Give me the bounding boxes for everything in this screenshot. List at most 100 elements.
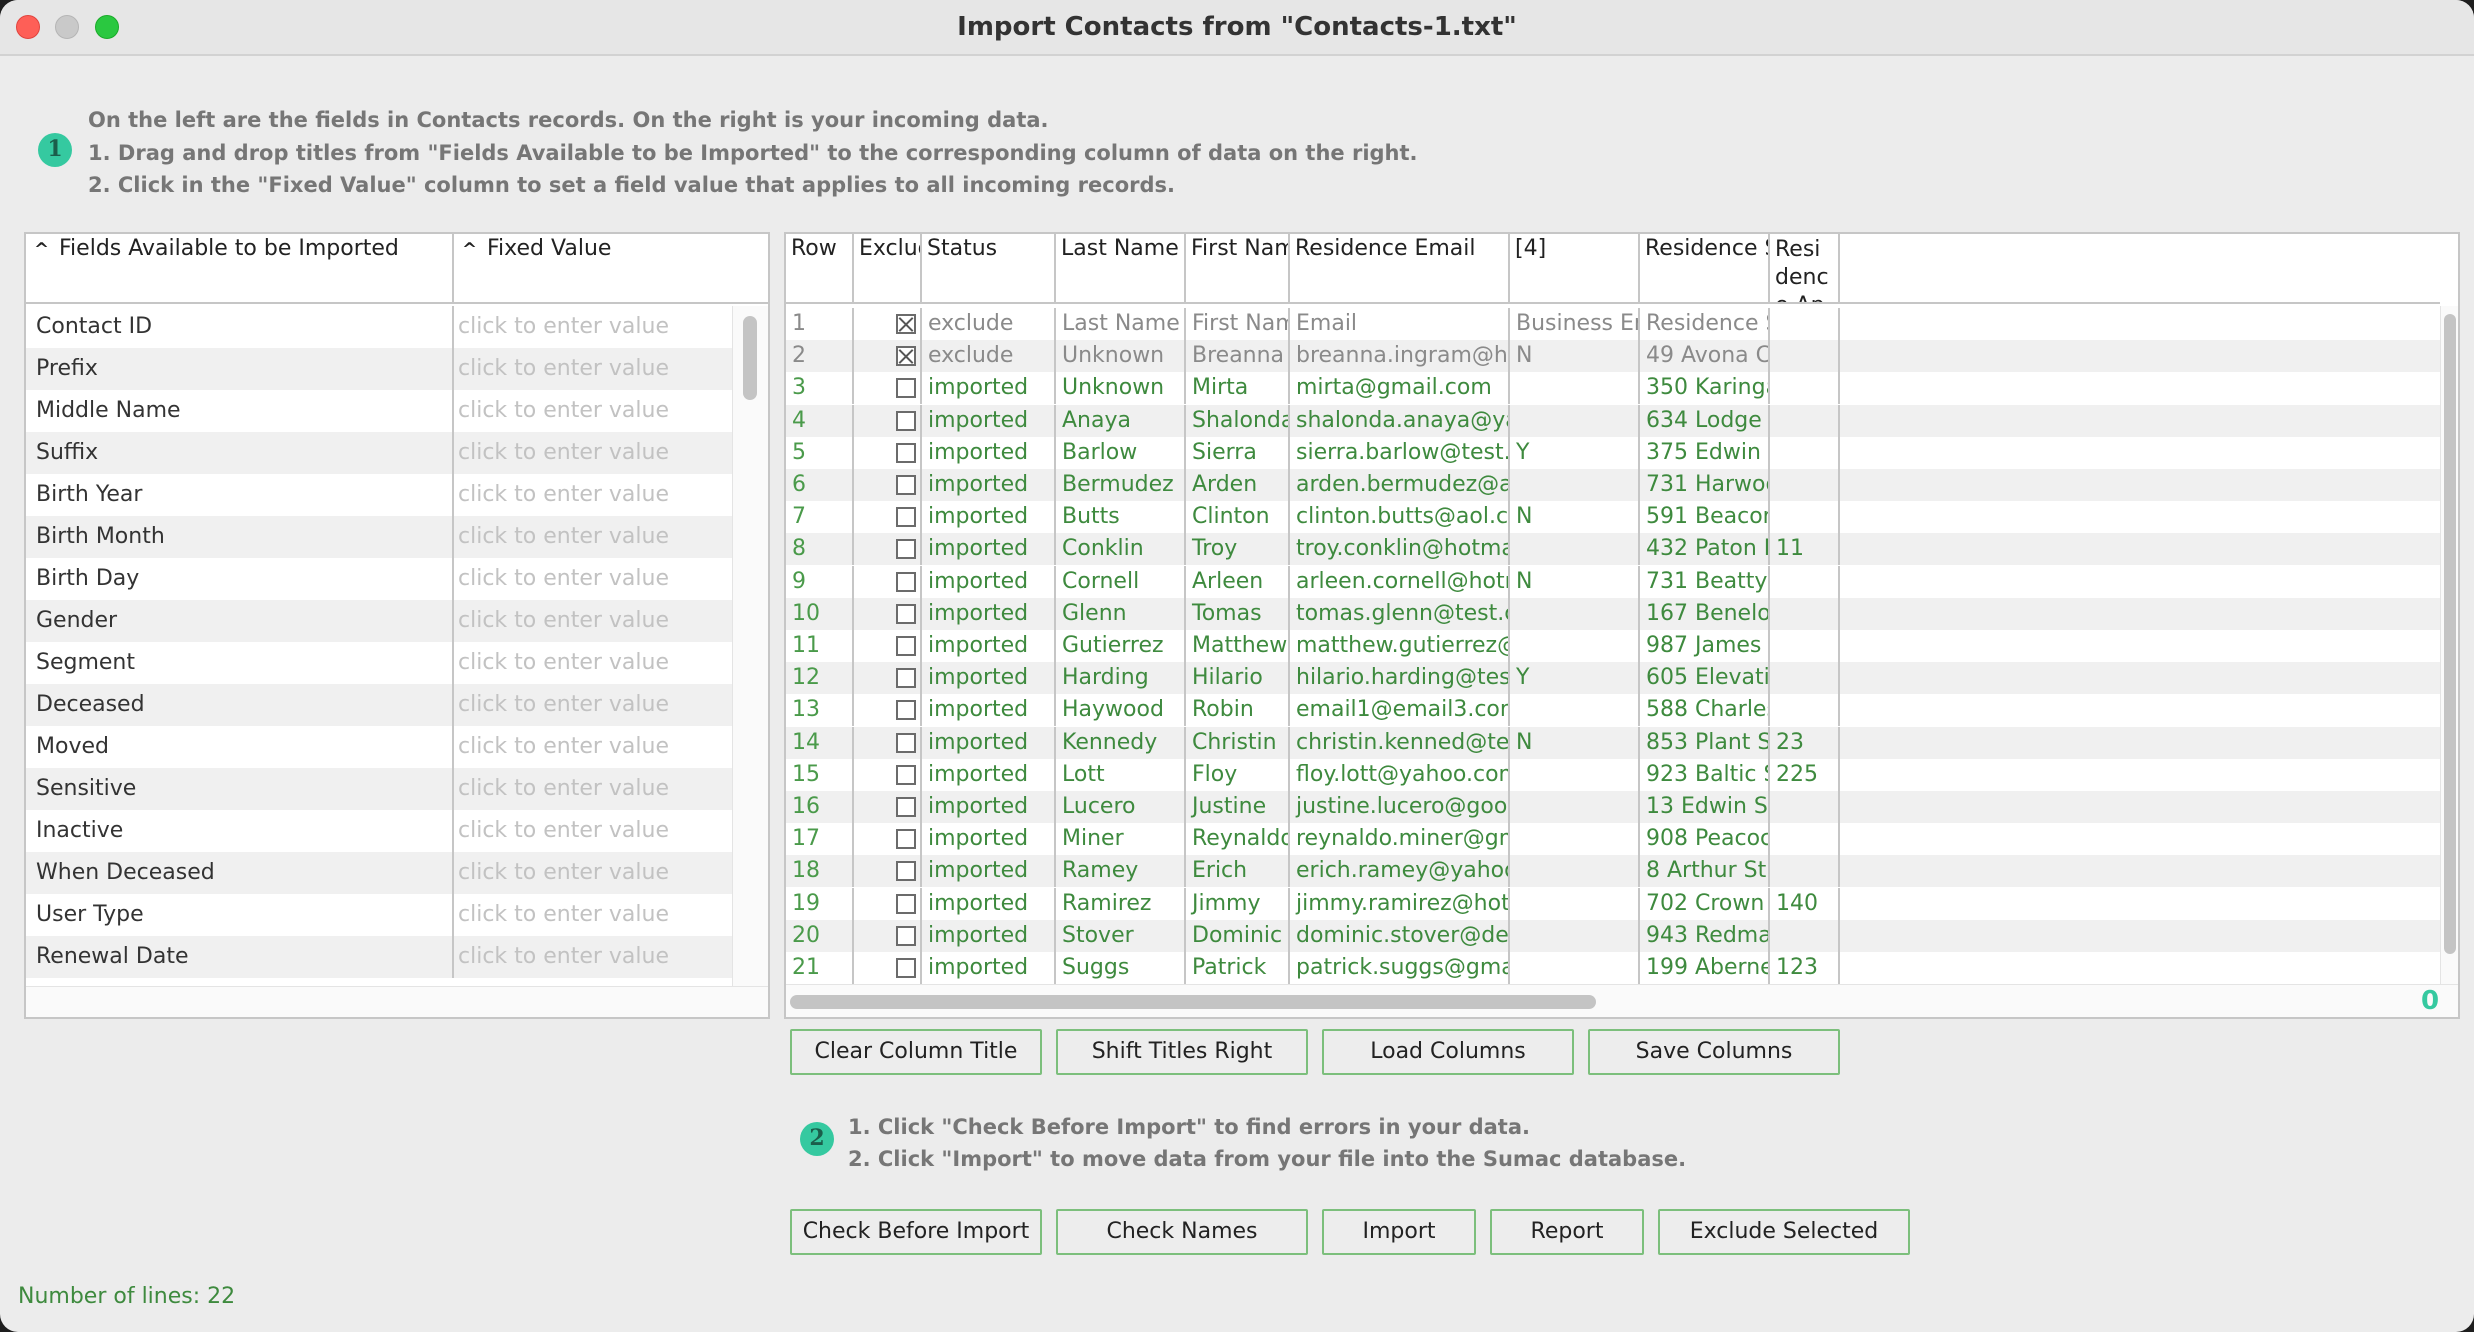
data-row[interactable]: 14 imported Kennedy Christin christin.kenned… bbox=[786, 727, 2440, 759]
cell-exclude[interactable] bbox=[854, 405, 922, 437]
field-row[interactable]: User Type click to enter value bbox=[26, 894, 732, 936]
field-row[interactable]: Deceased click to enter value bbox=[26, 684, 732, 726]
field-row[interactable]: Inactive click to enter value bbox=[26, 810, 732, 852]
field-row[interactable]: Sensitive click to enter value bbox=[26, 768, 732, 810]
exclude-checkbox[interactable] bbox=[896, 572, 916, 592]
data-row[interactable]: 11 imported Gutierrez Matthew matthew.gutier… bbox=[786, 630, 2440, 662]
fixed-value-cell[interactable]: click to enter value bbox=[452, 558, 732, 600]
fixed-value-column-header[interactable]: ^ Fixed Value bbox=[452, 234, 732, 302]
column-header-residence-email[interactable]: Residence Email bbox=[1290, 234, 1510, 302]
field-name[interactable]: Middle Name bbox=[26, 390, 452, 432]
data-row[interactable]: 16 imported Lucero Justine justine.lucero@go… bbox=[786, 791, 2440, 823]
fixed-value-cell[interactable]: click to enter value bbox=[452, 516, 732, 558]
field-name[interactable]: Birth Year bbox=[26, 474, 452, 516]
field-name[interactable]: When Deceased bbox=[26, 852, 452, 894]
save-columns-button[interactable]: Save Columns bbox=[1588, 1029, 1840, 1075]
field-name[interactable]: Contact ID bbox=[26, 306, 452, 348]
data-row[interactable]: 17 importedMinerReynaldoreynaldo.miner@gm… bbox=[786, 823, 2440, 855]
field-name[interactable]: User Type bbox=[26, 894, 452, 936]
report-button[interactable]: Report bbox=[1490, 1209, 1644, 1255]
data-row[interactable]: 1 excludeLast NameFirst NameEmailBusiness… bbox=[786, 308, 2440, 340]
column-header-last-name[interactable]: Last Name bbox=[1056, 234, 1186, 302]
fixed-value-cell[interactable]: click to enter value bbox=[452, 726, 732, 768]
data-horizontal-scrollbar[interactable]: 0 bbox=[786, 984, 2458, 1017]
field-row[interactable]: Renewal Date click to enter value bbox=[26, 936, 732, 978]
import-button[interactable]: Import bbox=[1322, 1209, 1476, 1255]
field-name[interactable]: Birth Day bbox=[26, 558, 452, 600]
data-row[interactable]: 21 importedSuggsPatrickpatrick.suggs@gmai… bbox=[786, 952, 2440, 984]
fixed-value-cell[interactable]: click to enter value bbox=[452, 390, 732, 432]
fixed-value-cell[interactable]: click to enter value bbox=[452, 852, 732, 894]
cell-exclude[interactable] bbox=[854, 533, 922, 565]
cell-exclude[interactable] bbox=[854, 469, 922, 501]
field-row[interactable]: Suffix click to enter value bbox=[26, 432, 732, 474]
data-row[interactable]: 12 imported Harding Hilario hilario.harding@… bbox=[786, 662, 2440, 694]
exclude-checkbox[interactable] bbox=[896, 475, 916, 495]
fixed-value-cell[interactable]: click to enter value bbox=[452, 810, 732, 852]
exclude-checkbox[interactable] bbox=[896, 829, 916, 849]
fixed-value-cell[interactable]: click to enter value bbox=[452, 348, 732, 390]
column-header-col-4[interactable]: [4] bbox=[1510, 234, 1640, 302]
cell-exclude[interactable] bbox=[854, 598, 922, 630]
exclude-checkbox[interactable] bbox=[896, 765, 916, 785]
exclude-checkbox[interactable] bbox=[896, 507, 916, 527]
cell-exclude[interactable] bbox=[854, 823, 922, 855]
data-row[interactable]: 8 importedConklinTroytroy.conklin@hotmail… bbox=[786, 533, 2440, 565]
exclude-checkbox[interactable] bbox=[896, 539, 916, 559]
data-row[interactable]: 6 importedBermudezArdenarden.bermudez@aol… bbox=[786, 469, 2440, 501]
exclude-checkbox[interactable] bbox=[896, 668, 916, 688]
cell-exclude[interactable] bbox=[854, 340, 922, 372]
column-header-residence-apartment[interactable]: Residence Apartment bbox=[1770, 234, 1840, 302]
fixed-value-cell[interactable]: click to enter value bbox=[452, 768, 732, 810]
fixed-value-cell[interactable]: click to enter value bbox=[452, 474, 732, 516]
cell-exclude[interactable] bbox=[854, 759, 922, 791]
exclude-checkbox[interactable] bbox=[896, 604, 916, 624]
column-header-row[interactable]: Row bbox=[786, 234, 854, 302]
field-row[interactable]: When Deceased click to enter value bbox=[26, 852, 732, 894]
column-header-first-name[interactable]: First Name bbox=[1186, 234, 1290, 302]
field-row[interactable]: Birth Month click to enter value bbox=[26, 516, 732, 558]
cell-exclude[interactable] bbox=[854, 855, 922, 887]
exclude-checkbox[interactable] bbox=[896, 378, 916, 398]
field-row[interactable]: Prefix click to enter value bbox=[26, 348, 732, 390]
fixed-value-cell[interactable]: click to enter value bbox=[452, 684, 732, 726]
cell-exclude[interactable] bbox=[854, 662, 922, 694]
cell-exclude[interactable] bbox=[854, 694, 922, 726]
data-vertical-scroll-thumb[interactable] bbox=[2444, 314, 2456, 954]
field-row[interactable]: Segment click to enter value bbox=[26, 642, 732, 684]
cell-exclude[interactable] bbox=[854, 308, 922, 340]
exclude-checkbox[interactable] bbox=[896, 346, 916, 366]
exclude-checkbox[interactable] bbox=[896, 411, 916, 431]
shift-titles-right-button[interactable]: Shift Titles Right bbox=[1056, 1029, 1308, 1075]
exclude-checkbox[interactable] bbox=[896, 700, 916, 720]
cell-exclude[interactable] bbox=[854, 566, 922, 598]
field-row[interactable]: Contact ID click to enter value bbox=[26, 306, 732, 348]
fixed-value-cell[interactable]: click to enter value bbox=[452, 642, 732, 684]
field-name[interactable]: Inactive bbox=[26, 810, 452, 852]
fixed-value-cell[interactable]: click to enter value bbox=[452, 936, 732, 978]
fields-horizontal-scrollbar[interactable] bbox=[26, 986, 768, 1017]
field-row[interactable]: Birth Year click to enter value bbox=[26, 474, 732, 516]
field-name[interactable]: Gender bbox=[26, 600, 452, 642]
data-row[interactable]: 2 excludeUnknownBreannabreanna.ingram@hot… bbox=[786, 340, 2440, 372]
field-name[interactable]: Prefix bbox=[26, 348, 452, 390]
field-name[interactable]: Suffix bbox=[26, 432, 452, 474]
field-name[interactable]: Segment bbox=[26, 642, 452, 684]
cell-exclude[interactable] bbox=[854, 437, 922, 469]
fixed-value-cell[interactable]: click to enter value bbox=[452, 306, 732, 348]
fixed-value-cell[interactable]: click to enter value bbox=[452, 894, 732, 936]
field-row[interactable]: Middle Name click to enter value bbox=[26, 390, 732, 432]
cell-exclude[interactable] bbox=[854, 372, 922, 404]
cell-exclude[interactable] bbox=[854, 791, 922, 823]
data-row[interactable]: 18 importedRameyEricherich.ramey@yahoo.co… bbox=[786, 855, 2440, 887]
field-row[interactable]: Birth Day click to enter value bbox=[26, 558, 732, 600]
data-row[interactable]: 15 imported Lott Floy floy.lott@yahoo.com 923… bbox=[786, 759, 2440, 791]
exclude-checkbox[interactable] bbox=[896, 314, 916, 334]
data-row[interactable]: 9 imported Cornell Arleen arleen.cornell@hot… bbox=[786, 566, 2440, 598]
data-row[interactable]: 4 importedAnayaShalondashalonda.anaya@yah… bbox=[786, 405, 2440, 437]
exclude-checkbox[interactable] bbox=[896, 797, 916, 817]
cell-exclude[interactable] bbox=[854, 727, 922, 759]
field-name[interactable]: Renewal Date bbox=[26, 936, 452, 978]
data-row[interactable]: 7 imported Butts Clinton clinton.butts@aol.c… bbox=[786, 501, 2440, 533]
data-vertical-scrollbar[interactable] bbox=[2440, 306, 2458, 984]
